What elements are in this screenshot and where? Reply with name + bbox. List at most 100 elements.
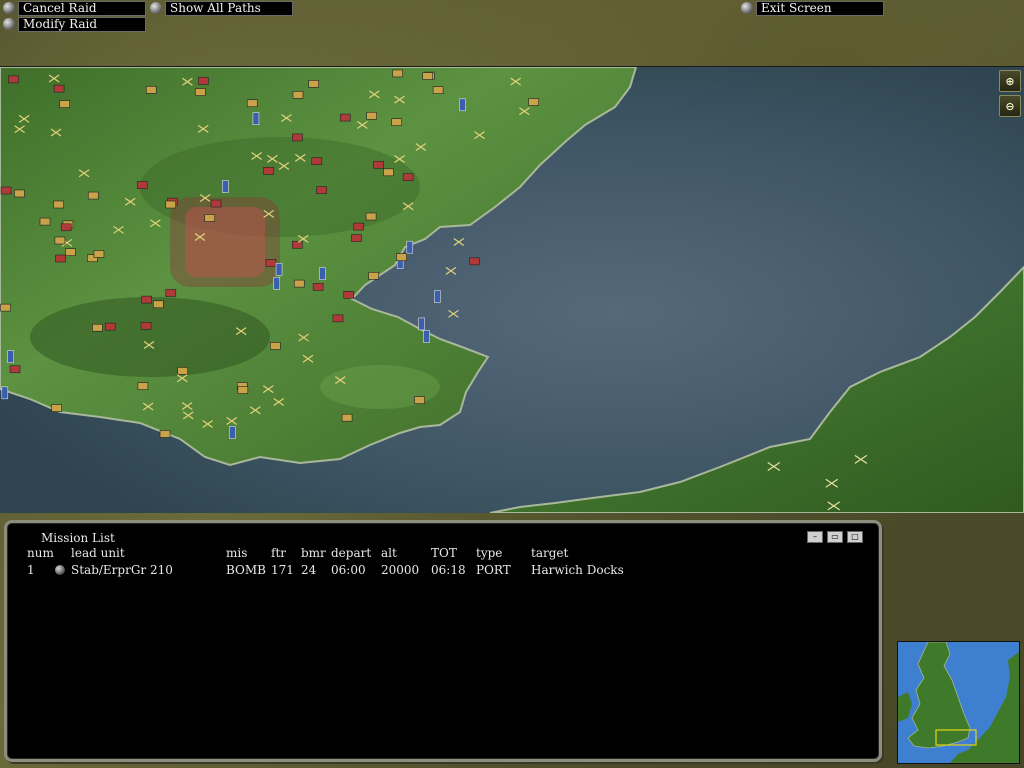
target-marker [204,214,215,222]
col-lead-unit: lead unit [71,546,125,560]
target-marker [137,382,149,390]
target-marker [292,91,304,99]
target-marker [422,72,434,80]
col-tot: TOT [431,546,457,560]
target-marker [312,283,324,291]
col-target: target [531,546,569,560]
london-cluster [170,197,280,287]
radio-icon [741,2,753,14]
target-marker [237,386,249,394]
col-num: num [27,546,54,560]
target-marker [373,160,384,169]
mission-type: PORT [476,563,511,577]
zoom-out-icon: ⊖ [1005,99,1015,113]
target-marker [14,189,25,198]
target-marker [93,250,105,258]
target-marker [141,295,152,304]
exit-screen-button[interactable]: Exit Screen [741,0,884,16]
target-marker [65,248,76,256]
unit-marker [406,240,414,254]
target-marker [87,191,99,200]
target-marker [366,111,377,120]
overview-minimap[interactable] [897,641,1020,764]
restore-button[interactable]: ▭ [827,531,843,543]
target-marker [136,181,148,189]
target-marker [391,118,402,126]
show-all-paths-label: Show All Paths [165,0,293,16]
mission-list-panel: Mission List – ▭ □ num lead unit mis ftr… [4,520,882,762]
target-marker [392,69,403,78]
target-marker [316,186,327,194]
target-marker [368,272,379,280]
target-marker [9,365,21,374]
target-marker [198,77,209,85]
unit-marker [418,317,425,331]
target-marker [432,86,444,94]
target-marker [332,314,344,323]
unit-marker [222,180,229,193]
cancel-raid-button[interactable]: Cancel Raid [3,0,146,16]
target-marker [311,157,323,165]
mission-alt: 20000 [381,563,420,577]
target-marker [0,303,11,312]
col-depart: depart [331,546,372,560]
col-ftr: ftr [271,546,286,560]
target-marker [53,200,64,209]
minimize-icon: – [813,532,817,541]
unit-marker [275,262,283,276]
target-marker [343,291,355,299]
target-marker [53,84,65,93]
mission-lead-unit: Stab/ErprGr 210 [71,563,173,577]
unit-marker [319,267,326,280]
target-marker [0,186,12,195]
target-marker [104,322,116,331]
maximize-icon: □ [851,532,859,541]
mission-mis: BOMB [226,563,266,577]
target-marker [528,98,539,106]
target-marker [8,75,19,84]
minimize-button[interactable]: – [807,531,823,543]
mission-target: Harwich Docks [531,563,624,577]
target-marker [54,236,66,245]
maximize-button[interactable]: □ [847,531,863,543]
target-marker [59,100,70,108]
target-marker [145,86,157,94]
top-control-bar: Cancel Raid Show All Paths Modify Raid E… [0,0,1024,66]
mission-bmr: 24 [301,563,317,577]
unit-marker [1,386,9,400]
col-bmr: bmr [301,546,326,560]
restore-icon: ▭ [831,532,839,541]
radio-icon [3,2,15,14]
show-all-paths-button[interactable]: Show All Paths [150,0,293,16]
target-marker [341,413,353,422]
target-marker [293,279,305,288]
zoom-out-button[interactable]: ⊖ [999,95,1021,117]
target-marker [383,168,394,177]
target-marker [353,222,364,231]
campaign-map[interactable]: ⊕ ⊖ [0,66,1024,513]
unit-marker [252,112,260,126]
col-mis: mis [226,546,248,560]
modify-raid-button[interactable]: Modify Raid [3,16,146,32]
target-marker [195,88,206,96]
target-marker [270,342,281,350]
target-marker [339,113,351,122]
unit-marker [423,330,430,343]
target-marker [246,99,258,108]
zoom-in-button[interactable]: ⊕ [999,70,1021,92]
col-type: type [476,546,503,560]
exit-screen-label: Exit Screen [756,0,884,16]
mission-list-title: Mission List [41,531,115,545]
col-alt: alt [381,546,397,560]
unit-marker [459,98,466,112]
minimap-graphic [898,642,1019,763]
target-marker [39,217,51,226]
target-marker [159,430,171,438]
unit-marker [434,290,441,303]
target-marker [55,254,66,263]
mission-select-icon[interactable] [55,565,65,575]
target-marker [351,234,362,242]
mission-row[interactable]: 1 Stab/ErprGr 210 BOMB 171 24 06:00 2000… [7,563,879,577]
target-marker [210,199,222,208]
target-marker [60,223,72,232]
